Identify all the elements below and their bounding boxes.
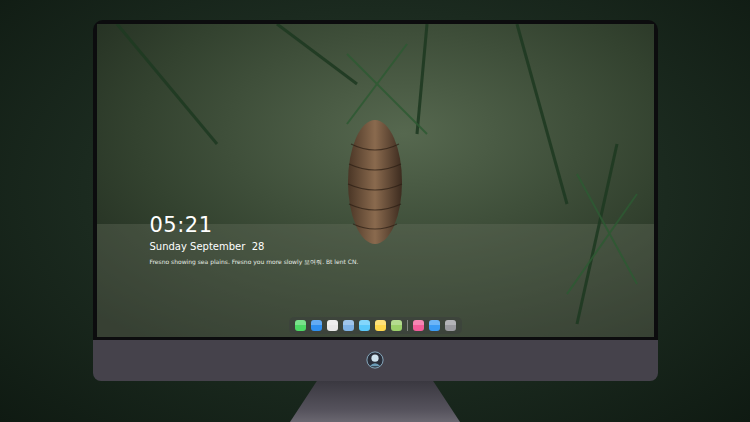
dock (289, 317, 462, 334)
dock-app-icon[interactable] (445, 320, 456, 331)
screen: 05:21 Sunday September 28 Fresno showing s… (97, 24, 654, 337)
clock-date: Sunday September 28 (150, 240, 654, 254)
clock-widget: 05:21 Sunday September 28 Fresno showing s… (97, 24, 654, 266)
dock-app-icon[interactable] (311, 320, 322, 331)
clock-time: 05:21 (150, 212, 654, 238)
dock-app-icon[interactable] (359, 320, 370, 331)
monitor: 05:21 Sunday September 28 Fresno showing s… (93, 20, 658, 422)
monitor-bezel: 05:21 Sunday September 28 Fresno showing s… (93, 20, 658, 340)
dock-app-icon[interactable] (295, 320, 306, 331)
monitor-chin (93, 340, 658, 381)
dock-app-icon[interactable] (375, 320, 386, 331)
dock-app-icon[interactable] (429, 320, 440, 331)
clock-caption: Fresno showing sea plains. Fresno you mo… (150, 257, 654, 266)
monitor-stand (290, 381, 460, 422)
dock-app-icon[interactable] (391, 320, 402, 331)
dock-separator (407, 320, 408, 331)
dock-app-icon[interactable] (343, 320, 354, 331)
lock-screen: 05:21 Sunday September 28 Fresno showing s… (97, 24, 654, 337)
pine-cone-wallpaper (97, 24, 654, 337)
dock-app-icon[interactable] (413, 320, 424, 331)
desktop-background: 05:21 Sunday September 28 Fresno showing s… (0, 0, 750, 422)
dock-app-icon[interactable] (327, 320, 338, 331)
brand-logo-icon (366, 351, 384, 369)
